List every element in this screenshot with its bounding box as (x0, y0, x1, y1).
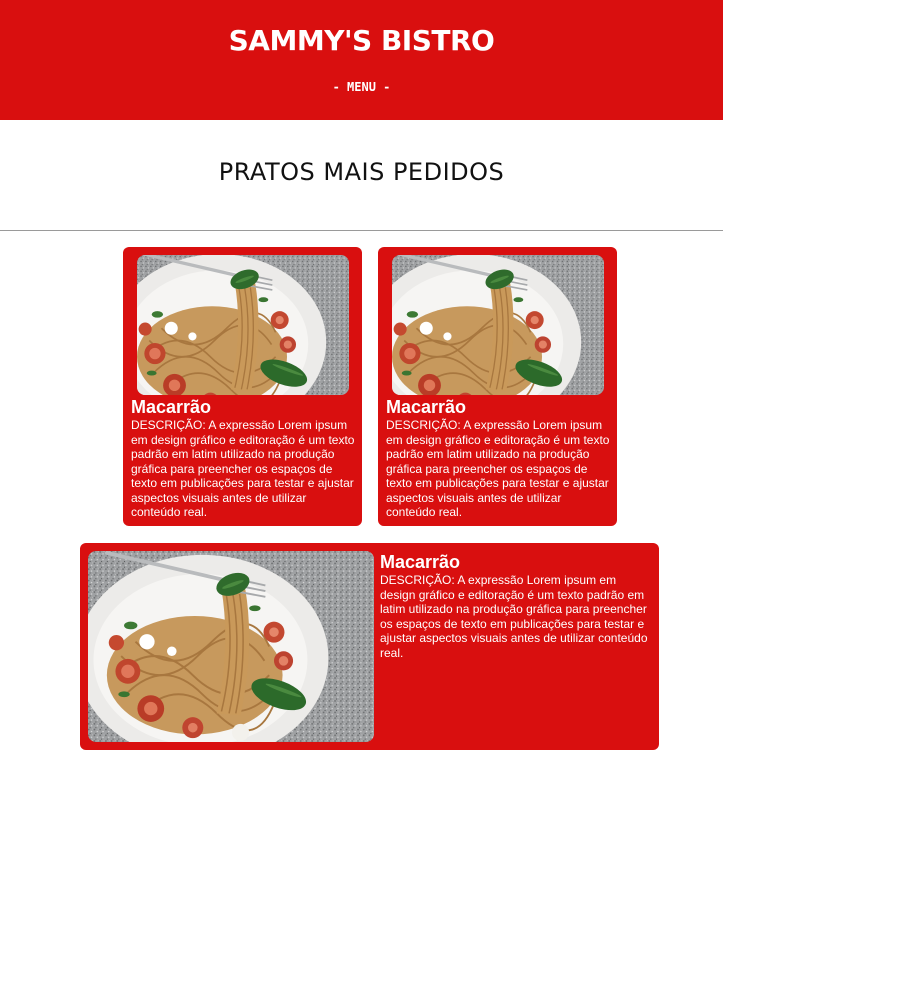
dish-description: DESCRIÇÃO: A expressão Lorem ipsum em de… (131, 418, 355, 519)
dish-description: DESCRIÇÃO: A expressão Lorem ipsum em de… (380, 573, 648, 660)
dish-image (392, 255, 604, 395)
menu-link[interactable]: - MENU - (0, 80, 723, 94)
section-title: PRATOS MAIS PEDIDOS (218, 158, 505, 186)
site-title: SAMMY'S BISTRO (228, 24, 495, 57)
dish-image (137, 255, 349, 395)
section-divider (0, 230, 723, 231)
dish-name: Macarrão (131, 397, 212, 417)
dish-image (88, 551, 374, 742)
dish-card-1: Macarrão DESCRIÇÃO: A expressão Lorem ip… (123, 247, 362, 526)
site-header: SAMMY'S BISTRO - MENU - (0, 0, 723, 120)
dish-description: DESCRIÇÃO: A expressão Lorem ipsum em de… (386, 418, 610, 519)
dish-name: Macarrão (386, 397, 467, 417)
dish-card-2: Macarrão DESCRIÇÃO: A expressão Lorem ip… (378, 247, 617, 526)
dish-card-3: Macarrão DESCRIÇÃO: A expressão Lorem ip… (80, 543, 659, 750)
dish-name: Macarrão (380, 552, 461, 572)
